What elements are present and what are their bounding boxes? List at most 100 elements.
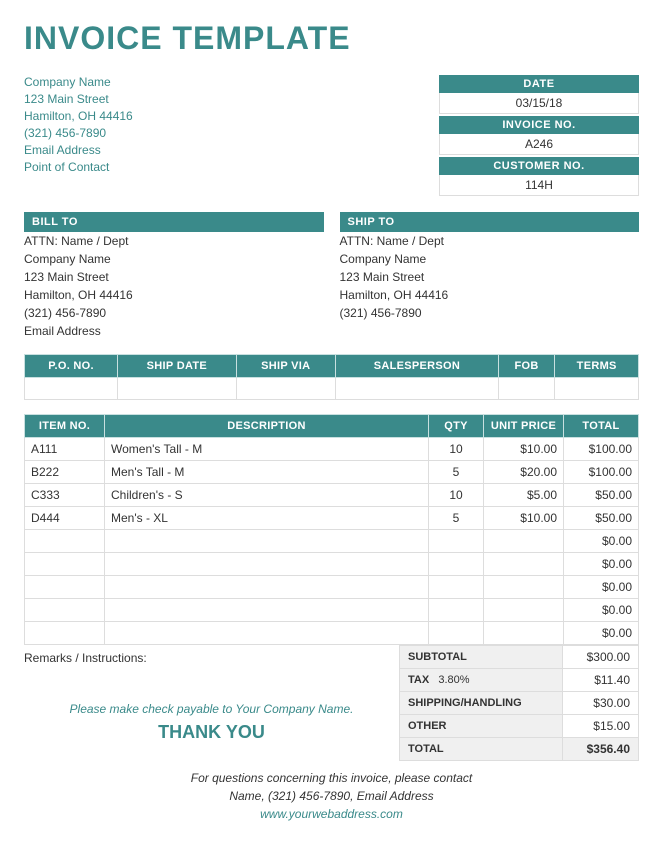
description-header: DESCRIPTION	[105, 415, 429, 438]
item-no-cell	[25, 553, 105, 576]
fob-cell	[498, 378, 555, 400]
invoice-meta: DATE 03/15/18 INVOICE NO. A246 CUSTOMER …	[439, 75, 639, 198]
bill-address1: 123 Main Street	[24, 268, 324, 286]
total-cell: $0.00	[564, 553, 639, 576]
po-no-header: P.O. NO.	[25, 355, 118, 378]
bottom-section: Remarks / Instructions: Please make chec…	[24, 645, 639, 761]
total-cell: $50.00	[564, 484, 639, 507]
qty-cell	[429, 622, 484, 645]
tax-label: TAX 3.80%	[400, 669, 563, 692]
bill-to-box: BILL TO ATTN: Name / Dept Company Name 1…	[24, 212, 324, 340]
company-info: Company Name 123 Main Street Hamilton, O…	[24, 75, 133, 198]
unit-price-cell	[484, 622, 564, 645]
description-cell	[105, 576, 429, 599]
bill-to-header: BILL TO	[24, 212, 324, 232]
item-no-cell: A111	[25, 438, 105, 461]
item-no-header: ITEM NO.	[25, 415, 105, 438]
bill-to-address: ATTN: Name / Dept Company Name 123 Main …	[24, 232, 324, 340]
description-cell	[105, 530, 429, 553]
description-cell	[105, 622, 429, 645]
ship-phone: (321) 456-7890	[340, 304, 640, 322]
description-cell	[105, 599, 429, 622]
qty-cell: 10	[429, 438, 484, 461]
ship-date-cell	[118, 378, 236, 400]
unit-price-cell	[484, 599, 564, 622]
other-row: OTHER $15.00	[400, 715, 639, 738]
bill-phone: (321) 456-7890	[24, 304, 324, 322]
subtotal-value: $300.00	[563, 646, 639, 669]
subtotal-row: SUBTOTAL $300.00	[400, 646, 639, 669]
items-table: ITEM NO. DESCRIPTION QTY UNIT PRICE TOTA…	[24, 414, 639, 645]
item-no-cell: C333	[25, 484, 105, 507]
description-cell	[105, 553, 429, 576]
customer-no-label: CUSTOMER NO.	[439, 157, 639, 175]
table-row: C333 Children's - S 10 $5.00 $50.00	[25, 484, 639, 507]
total-cell: $50.00	[564, 507, 639, 530]
shipping-row: SHIPPING/HANDLING $30.00	[400, 692, 639, 715]
invoice-no-row: INVOICE NO. A246	[439, 116, 639, 155]
unit-price-cell	[484, 576, 564, 599]
date-row: DATE 03/15/18	[439, 75, 639, 114]
other-value: $15.00	[563, 715, 639, 738]
company-address1: 123 Main Street	[24, 92, 133, 106]
total-cell: $0.00	[564, 530, 639, 553]
terms-header: TERMS	[555, 355, 639, 378]
item-no-cell	[25, 530, 105, 553]
qty-cell: 5	[429, 461, 484, 484]
description-cell: Men's Tall - M	[105, 461, 429, 484]
unit-price-cell: $10.00	[484, 507, 564, 530]
po-data-row	[25, 378, 639, 400]
unit-price-cell	[484, 530, 564, 553]
company-contact: Point of Contact	[24, 160, 133, 174]
fob-header: FOB	[498, 355, 555, 378]
bill-email: Email Address	[24, 322, 324, 340]
ship-to-address: ATTN: Name / Dept Company Name 123 Main …	[340, 232, 640, 322]
table-row: A111 Women's Tall - M 10 $10.00 $100.00	[25, 438, 639, 461]
unit-price-cell: $10.00	[484, 438, 564, 461]
ship-address1: 123 Main Street	[340, 268, 640, 286]
remarks-label: Remarks / Instructions:	[24, 651, 147, 665]
table-row: B222 Men's Tall - M 5 $20.00 $100.00	[25, 461, 639, 484]
company-email: Email Address	[24, 143, 133, 157]
ship-via-cell	[236, 378, 335, 400]
description-cell: Men's - XL	[105, 507, 429, 530]
other-label: OTHER	[400, 715, 563, 738]
invoice-title: INVOICE TEMPLATE	[24, 20, 639, 57]
qty-cell	[429, 576, 484, 599]
item-no-cell	[25, 576, 105, 599]
description-cell: Women's Tall - M	[105, 438, 429, 461]
table-row: D444 Men's - XL 5 $10.00 $50.00	[25, 507, 639, 530]
invoice-no-value: A246	[439, 134, 639, 155]
unit-price-header: UNIT PRICE	[484, 415, 564, 438]
bill-ship-section: BILL TO ATTN: Name / Dept Company Name 1…	[24, 212, 639, 340]
website: www.yourwebaddress.com	[24, 807, 639, 821]
salesperson-cell	[335, 378, 498, 400]
unit-price-cell: $20.00	[484, 461, 564, 484]
total-value: $356.40	[563, 738, 639, 761]
item-no-cell: D444	[25, 507, 105, 530]
ship-date-header: SHIP DATE	[118, 355, 236, 378]
qty-cell: 5	[429, 507, 484, 530]
salesperson-header: SALESPERSON	[335, 355, 498, 378]
company-phone: (321) 456-7890	[24, 126, 133, 140]
unit-price-cell: $5.00	[484, 484, 564, 507]
date-value: 03/15/18	[439, 93, 639, 114]
company-name: Company Name	[24, 75, 133, 89]
po-table: P.O. NO. SHIP DATE SHIP VIA SALESPERSON …	[24, 354, 639, 400]
table-row: $0.00	[25, 599, 639, 622]
total-cell: $0.00	[564, 576, 639, 599]
grand-total-row: TOTAL $356.40	[400, 738, 639, 761]
item-no-cell	[25, 599, 105, 622]
items-header-row: ITEM NO. DESCRIPTION QTY UNIT PRICE TOTA…	[25, 415, 639, 438]
bill-company: Company Name	[24, 250, 324, 268]
footer-contact: For questions concerning this invoice, p…	[24, 771, 639, 821]
table-row: $0.00	[25, 622, 639, 645]
ship-company: Company Name	[340, 250, 640, 268]
ship-attn: ATTN: Name / Dept	[340, 232, 640, 250]
ship-via-header: SHIP VIA	[236, 355, 335, 378]
contact-line1: For questions concerning this invoice, p…	[24, 771, 639, 785]
contact-line2: Name, (321) 456-7890, Email Address	[24, 789, 639, 803]
company-address2: Hamilton, OH 44416	[24, 109, 133, 123]
totals-section: SUBTOTAL $300.00 TAX 3.80% $11.40 SHIPPI…	[399, 645, 639, 761]
customer-no-value: 114H	[439, 175, 639, 196]
